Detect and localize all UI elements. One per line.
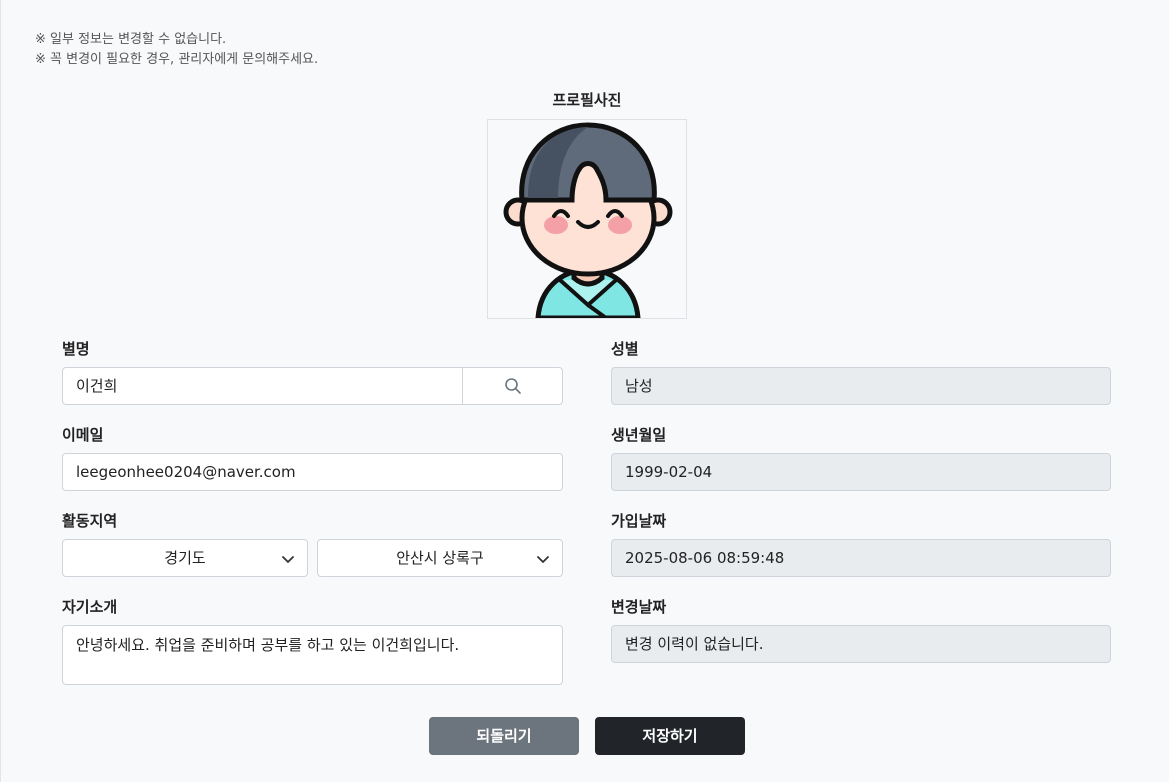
gender-label: 성별 bbox=[611, 340, 639, 358]
profile-photo-title: 프로필사진 bbox=[552, 91, 622, 109]
nickname-group: 이건희 bbox=[62, 367, 563, 405]
avatar-image bbox=[503, 122, 673, 318]
joined-label: 가입날짜 bbox=[611, 512, 667, 530]
chevron-down-icon bbox=[537, 556, 549, 563]
reset-button[interactable]: 되돌리기 bbox=[429, 717, 579, 755]
changed-label: 변경날짜 bbox=[611, 598, 667, 616]
nickname-label: 별명 bbox=[62, 340, 90, 358]
chevron-down-icon bbox=[282, 556, 294, 563]
notice: ※ 일부 정보는 변경할 수 없습니다. ※ 꼭 변경이 필요한 경우, 관리자… bbox=[35, 30, 318, 70]
intro-textarea[interactable]: 안녕하세요. 취업을 준비하며 공부를 하고 있는 이건희입니다. bbox=[62, 625, 563, 685]
save-button[interactable]: 저장하기 bbox=[595, 717, 745, 755]
intro-label: 자기소개 bbox=[62, 598, 118, 616]
city-select-value: 안산시 상록구 bbox=[396, 549, 484, 567]
changed-field: 변경 이력이 없습니다. bbox=[611, 625, 1111, 663]
city-select[interactable]: 안산시 상록구 bbox=[317, 539, 563, 577]
nickname-input[interactable]: 이건희 bbox=[63, 368, 462, 404]
province-select-value: 경기도 bbox=[164, 549, 206, 567]
nickname-search-button[interactable] bbox=[462, 368, 562, 404]
notice-line-2: ※ 꼭 변경이 필요한 경우, 관리자에게 문의해주세요. bbox=[35, 52, 319, 67]
email-label: 이메일 bbox=[62, 426, 104, 444]
profile-photo[interactable] bbox=[487, 119, 687, 319]
birth-label: 생년월일 bbox=[611, 426, 667, 444]
search-icon bbox=[504, 378, 521, 394]
email-field[interactable]: leegeonhee0204@naver.com bbox=[62, 453, 563, 491]
region-label: 활동지역 bbox=[62, 512, 118, 530]
province-select[interactable]: 경기도 bbox=[62, 539, 308, 577]
gender-field: 남성 bbox=[611, 367, 1111, 405]
joined-field: 2025-08-06 08:59:48 bbox=[611, 539, 1111, 577]
notice-line-1: ※ 일부 정보는 변경할 수 없습니다. bbox=[35, 32, 227, 47]
birth-field: 1999-02-04 bbox=[611, 453, 1111, 491]
